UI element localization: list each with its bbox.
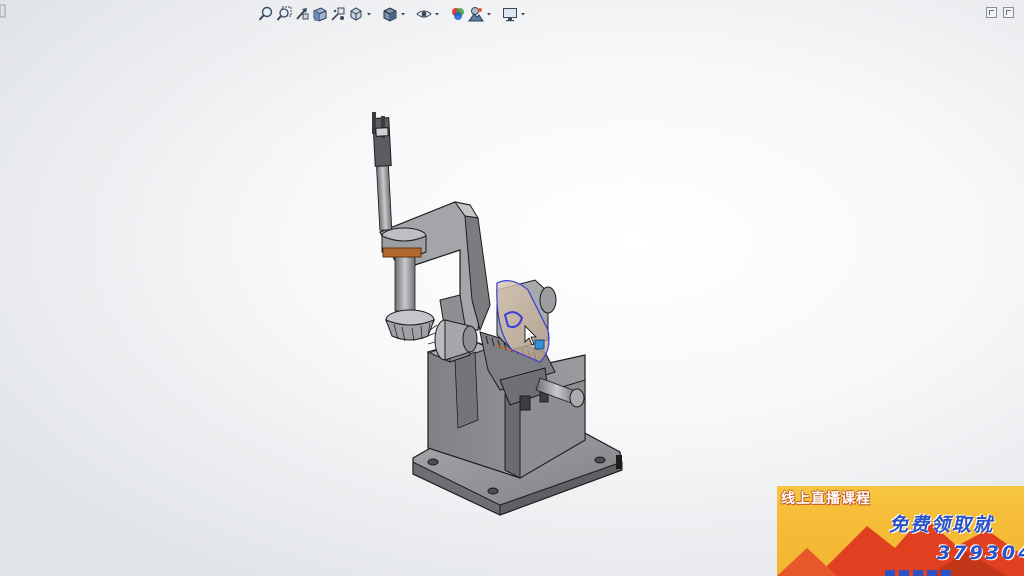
promo-banner[interactable]: 线上直播课程 免费领取就 379304 <box>777 486 1024 576</box>
promo-title: 线上直播课程 <box>781 491 871 507</box>
promo-cut-off-text <box>885 570 951 576</box>
vertical-spindle[interactable] <box>372 112 422 312</box>
bevel-gear-vertical[interactable] <box>385 309 435 342</box>
graphics-area[interactable]: 线上直播课程 免费领取就 379304 <box>0 0 1024 576</box>
promo-number: 379304 <box>937 542 1024 564</box>
promo-subtitle: 免费领取就 <box>889 514 995 536</box>
